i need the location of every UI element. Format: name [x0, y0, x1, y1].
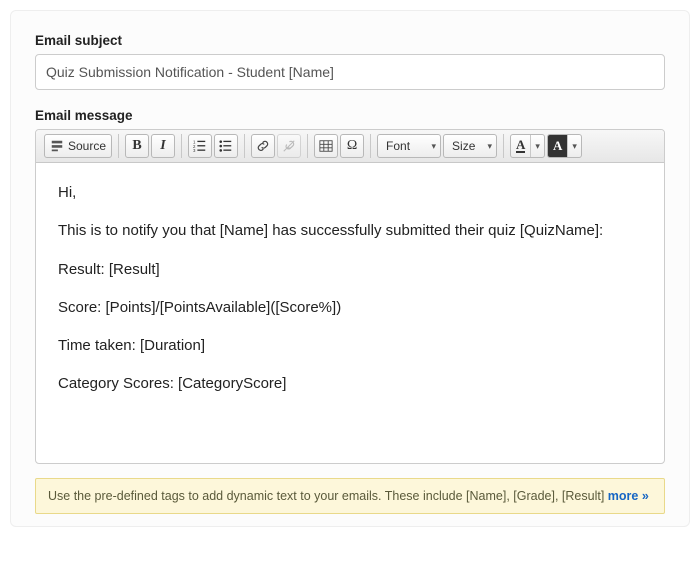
- email-message-label: Email message: [35, 108, 665, 123]
- bold-icon: B: [132, 139, 141, 153]
- link-icon: [256, 139, 270, 153]
- chevron-down-icon: ▾: [432, 141, 437, 152]
- ordered-list-icon: 123: [193, 139, 207, 153]
- font-dropdown[interactable]: Font ▾: [377, 134, 441, 158]
- source-button-label: Source: [68, 140, 106, 152]
- background-color-button[interactable]: A ▾: [547, 134, 582, 158]
- email-subject-block: Email subject: [35, 33, 665, 90]
- special-char-button[interactable]: Ω: [340, 134, 364, 158]
- body-paragraph: Result: [Result]: [58, 260, 642, 280]
- body-paragraph: Time taken: [Duration]: [58, 336, 642, 356]
- unordered-list-icon: [219, 139, 233, 153]
- unordered-list-button[interactable]: [214, 134, 238, 158]
- chevron-down-icon: ▾: [535, 141, 540, 152]
- richtext-editor: Source B I 123: [35, 129, 665, 464]
- unlink-button[interactable]: [277, 134, 301, 158]
- email-subject-input[interactable]: [35, 54, 665, 90]
- hint-more-link[interactable]: more »: [608, 489, 649, 503]
- size-dropdown[interactable]: Size ▾: [443, 134, 497, 158]
- size-dropdown-label: Size: [452, 139, 475, 153]
- body-paragraph: Score: [Points]/[PointsAvailable]([Score…: [58, 298, 642, 318]
- email-subject-label: Email subject: [35, 33, 665, 48]
- unlink-icon: [282, 139, 296, 153]
- text-color-icon: A: [516, 139, 525, 153]
- link-button[interactable]: [251, 134, 275, 158]
- chevron-down-icon: ▾: [488, 141, 493, 152]
- background-color-icon: A: [553, 138, 562, 154]
- chevron-down-icon: ▾: [572, 141, 577, 152]
- italic-button[interactable]: I: [151, 134, 175, 158]
- body-paragraph: This is to notify you that [Name] has su…: [58, 221, 642, 241]
- table-button[interactable]: [314, 134, 338, 158]
- source-button[interactable]: Source: [44, 134, 112, 158]
- text-color-button[interactable]: A ▾: [510, 134, 545, 158]
- omega-icon: Ω: [347, 139, 357, 153]
- source-icon: [50, 139, 64, 153]
- email-message-block: Email message Source B I: [35, 108, 665, 514]
- bold-button[interactable]: B: [125, 134, 149, 158]
- hint-banner: Use the pre-defined tags to add dynamic …: [35, 478, 665, 514]
- editor-toolbar: Source B I 123: [36, 130, 664, 163]
- svg-text:3: 3: [193, 148, 196, 153]
- table-icon: [319, 139, 333, 153]
- font-dropdown-label: Font: [386, 139, 410, 153]
- email-settings-panel: Email subject Email message Source B: [10, 10, 690, 527]
- ordered-list-button[interactable]: 123: [188, 134, 212, 158]
- email-message-body[interactable]: Hi, This is to notify you that [Name] ha…: [36, 163, 664, 463]
- hint-text: Use the pre-defined tags to add dynamic …: [48, 489, 608, 503]
- body-paragraph: Category Scores: [CategoryScore]: [58, 374, 642, 394]
- body-paragraph: Hi,: [58, 183, 642, 203]
- italic-icon: I: [160, 139, 165, 153]
